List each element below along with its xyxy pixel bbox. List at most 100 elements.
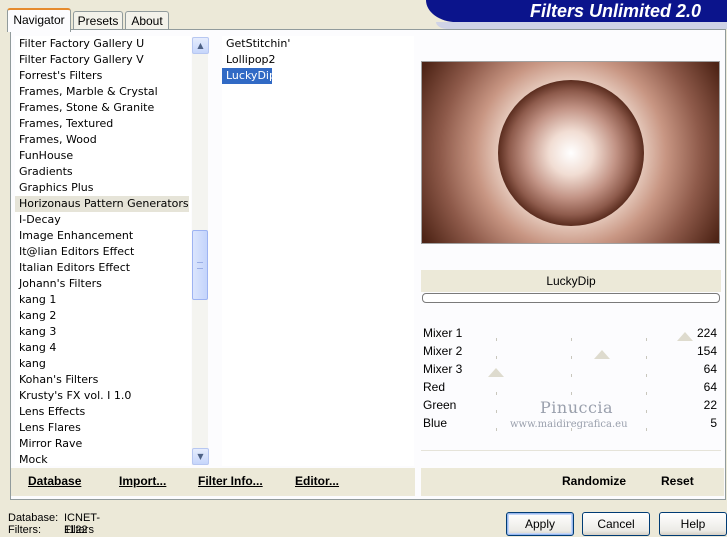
slider-tick <box>646 374 647 377</box>
category-item[interactable]: Italian Editors Effect <box>15 260 130 276</box>
slider-tick <box>496 356 497 359</box>
slider-thumb[interactable] <box>677 332 693 341</box>
category-item[interactable]: kang 4 <box>15 340 56 356</box>
header-banner: Filters Unlimited 2.0 <box>426 0 727 22</box>
reset-button[interactable]: Reset <box>661 474 694 488</box>
slider-red[interactable]: Red 64 <box>421 378 721 397</box>
import-button[interactable]: Import... <box>119 474 166 488</box>
watermark-url: www.maidiregrafica.eu <box>510 419 628 430</box>
slider-value: 5 <box>710 416 717 430</box>
slider-tick <box>496 410 497 413</box>
slider-mixer-2[interactable]: Mixer 2 154 <box>421 342 721 361</box>
slider-tick <box>646 410 647 413</box>
scrollbar-thumb[interactable] <box>192 230 208 300</box>
slider-label: Green <box>423 398 457 412</box>
navigator-toolbar: Database Import... Filter Info... Editor… <box>11 468 415 496</box>
randomize-button[interactable]: Randomize <box>562 474 626 488</box>
category-item[interactable]: Frames, Marble & Crystal <box>15 84 158 100</box>
slider-mixer-3[interactable]: Mixer 3 64 <box>421 360 721 379</box>
slider-tick <box>646 392 647 395</box>
preview-toolbar: Randomize Reset <box>421 468 724 496</box>
slider-label: Mixer 1 <box>423 326 463 340</box>
cancel-button[interactable]: Cancel <box>582 512 650 536</box>
editor-button[interactable]: Editor... <box>295 474 339 488</box>
category-item[interactable]: Forrest's Filters <box>15 68 102 84</box>
category-item[interactable]: Frames, Wood <box>15 132 97 148</box>
database-button[interactable]: Database <box>28 474 81 488</box>
category-item[interactable]: FunHouse <box>15 148 73 164</box>
filter-list[interactable]: GetStitchin' Lollipop2 LuckyDip <box>222 36 414 466</box>
header-banner-shadow <box>436 22 727 29</box>
category-item[interactable]: Mock <box>15 452 48 466</box>
category-item[interactable]: Gradients <box>15 164 73 180</box>
slider-value: 224 <box>696 326 717 340</box>
slider-tick <box>496 428 497 431</box>
category-item[interactable]: Frames, Textured <box>15 116 113 132</box>
app-title: Filters Unlimited 2.0 <box>529 1 701 21</box>
filter-preview <box>421 61 720 244</box>
category-list[interactable]: Filter Factory Gallery U Filter Factory G… <box>15 36 191 466</box>
status-filters-label: Filters: <box>8 524 41 536</box>
category-item[interactable]: kang 1 <box>15 292 56 308</box>
filter-item[interactable]: LuckyDip <box>222 68 276 84</box>
category-item[interactable]: Horizonaus Pattern Generators <box>15 196 189 212</box>
category-item[interactable]: Lens Effects <box>15 404 85 420</box>
slider-value: 64 <box>703 362 717 376</box>
slider-tick <box>646 338 647 341</box>
watermark-name: Pinuccia <box>540 398 614 417</box>
tab-about[interactable]: About <box>125 11 169 30</box>
slider-label: Mixer 2 <box>423 344 463 358</box>
category-scrollbar[interactable]: ▲ ▼ <box>192 37 209 465</box>
slider-label: Red <box>423 380 446 394</box>
slider-track[interactable] <box>421 332 721 341</box>
filter-info-button[interactable]: Filter Info... <box>198 474 263 488</box>
slider-value: 64 <box>703 380 717 394</box>
tab-navigator[interactable]: Navigator <box>7 8 71 32</box>
category-item[interactable]: kang <box>15 356 46 372</box>
category-item[interactable]: I-Decay <box>15 212 61 228</box>
slider-label: Mixer 3 <box>423 362 463 376</box>
slider-tick <box>571 356 572 359</box>
tab-presets[interactable]: Presets <box>73 11 123 30</box>
category-item[interactable]: kang 3 <box>15 324 56 340</box>
help-button[interactable]: Help <box>659 512 727 536</box>
category-item[interactable]: Kohan's Filters <box>15 372 98 388</box>
category-item[interactable]: Filter Factory Gallery V <box>15 52 144 68</box>
category-item[interactable]: Mirror Rave <box>15 436 82 452</box>
scroll-up-icon[interactable]: ▲ <box>192 37 209 54</box>
slider-tick <box>646 428 647 431</box>
filter-item[interactable]: GetStitchin' <box>222 36 290 52</box>
category-item[interactable]: Johann's Filters <box>15 276 102 292</box>
slider-mixer-1[interactable]: Mixer 1 224 <box>421 324 721 343</box>
category-item[interactable]: Image Enhancement <box>15 228 133 244</box>
category-item[interactable]: Lens Flares <box>15 420 81 436</box>
preview-circle <box>498 80 644 226</box>
category-item[interactable]: It@lian Editors Effect <box>15 244 134 260</box>
status-database: Database: ICNET-Filters <box>8 512 100 536</box>
slider-tick <box>496 392 497 395</box>
category-item[interactable]: kang 2 <box>15 308 56 324</box>
category-item[interactable]: Filter Factory Gallery U <box>15 36 144 52</box>
slider-tick <box>571 392 572 395</box>
slider-empty-row <box>421 432 721 451</box>
scroll-down-icon[interactable]: ▼ <box>192 448 209 465</box>
slider-label: Blue <box>423 416 448 430</box>
slider-track[interactable] <box>421 392 721 395</box>
status-database-label: Database: <box>8 512 59 524</box>
slider-track[interactable] <box>421 350 721 359</box>
category-item[interactable]: Frames, Stone & Granite <box>15 100 154 116</box>
progress-bar <box>422 293 720 303</box>
slider-tick <box>571 374 572 377</box>
status-filters-value: 1122 <box>64 524 88 536</box>
category-item[interactable]: Graphics Plus <box>15 180 93 196</box>
slider-tick <box>496 338 497 341</box>
status-filters: Filters: 1122 <box>8 524 88 536</box>
slider-thumb[interactable] <box>594 350 610 359</box>
slider-track[interactable] <box>421 368 721 377</box>
slider-tick <box>571 338 572 341</box>
selected-filter-name: LuckyDip <box>421 270 721 292</box>
apply-button[interactable]: Apply <box>506 512 574 536</box>
category-item[interactable]: Krusty's FX vol. I 1.0 <box>15 388 131 404</box>
slider-thumb[interactable] <box>488 368 504 377</box>
filter-item[interactable]: Lollipop2 <box>222 52 276 68</box>
